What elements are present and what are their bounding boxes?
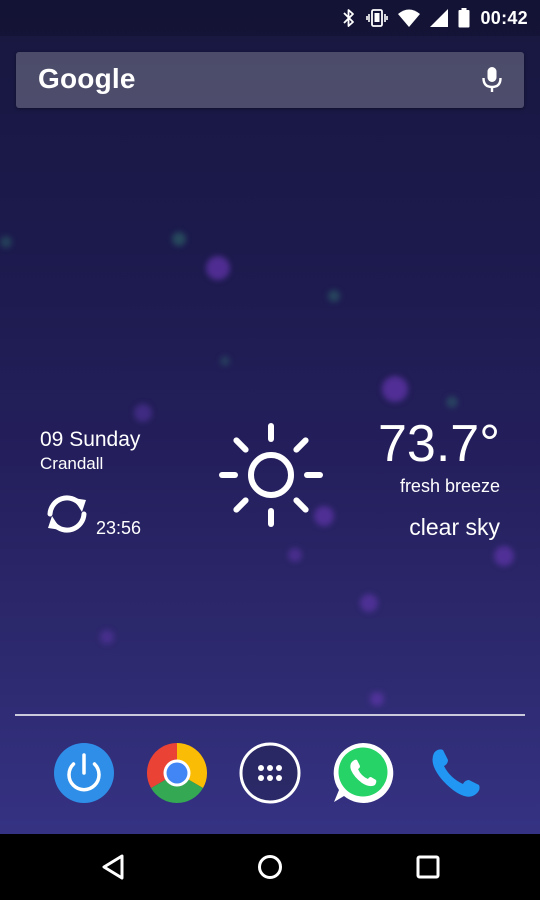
refresh-icon[interactable] — [42, 492, 92, 536]
status-bar: 00:42 — [0, 0, 540, 36]
wallpaper-bokeh — [220, 356, 230, 366]
google-logo: Google — [38, 63, 136, 94]
whatsapp-icon[interactable] — [330, 740, 396, 806]
wallpaper-bokeh — [172, 232, 186, 246]
battery-icon — [458, 8, 470, 28]
wallpaper-bokeh — [382, 376, 408, 402]
widget-date: 09 Sunday — [40, 428, 141, 451]
google-search-bar[interactable]: Google — [16, 52, 524, 108]
mic-icon[interactable] — [480, 66, 504, 94]
wallpaper-bokeh — [206, 256, 230, 280]
widget-condition: clear sky — [409, 514, 500, 540]
wallpaper-bokeh — [288, 548, 302, 562]
wallpaper-bokeh — [100, 630, 114, 644]
widget-wind: fresh breeze — [399, 476, 500, 496]
wallpaper-bokeh — [446, 396, 458, 408]
wifi-icon — [398, 9, 421, 27]
back-icon[interactable] — [98, 852, 128, 882]
phone-icon[interactable] — [422, 740, 488, 806]
wallpaper-bokeh — [328, 290, 340, 302]
vibrate-icon — [366, 9, 389, 27]
status-icons: 00:42 — [342, 6, 528, 30]
sun-icon — [219, 423, 323, 527]
recents-icon[interactable] — [413, 852, 443, 882]
dock — [0, 740, 540, 816]
bluetooth-icon — [343, 9, 355, 27]
power-icon[interactable] — [51, 740, 117, 806]
wallpaper-bokeh — [370, 692, 384, 706]
chrome-icon[interactable] — [144, 740, 210, 806]
app-drawer-icon[interactable] — [237, 740, 303, 806]
widget-temperature: 73.7° — [377, 415, 500, 473]
signal-icon — [430, 9, 449, 27]
dock-divider — [15, 714, 525, 716]
widget-update-time: 23:56 — [96, 518, 142, 538]
wallpaper-bokeh — [0, 236, 12, 248]
status-time: 00:42 — [480, 7, 528, 28]
wallpaper-bokeh — [494, 546, 514, 566]
home-icon[interactable] — [255, 852, 285, 882]
wallpaper-bokeh — [360, 594, 378, 612]
wallpaper-bokeh — [134, 404, 152, 422]
widget-city: Crandall — [40, 454, 104, 473]
navigation-bar — [0, 834, 540, 900]
